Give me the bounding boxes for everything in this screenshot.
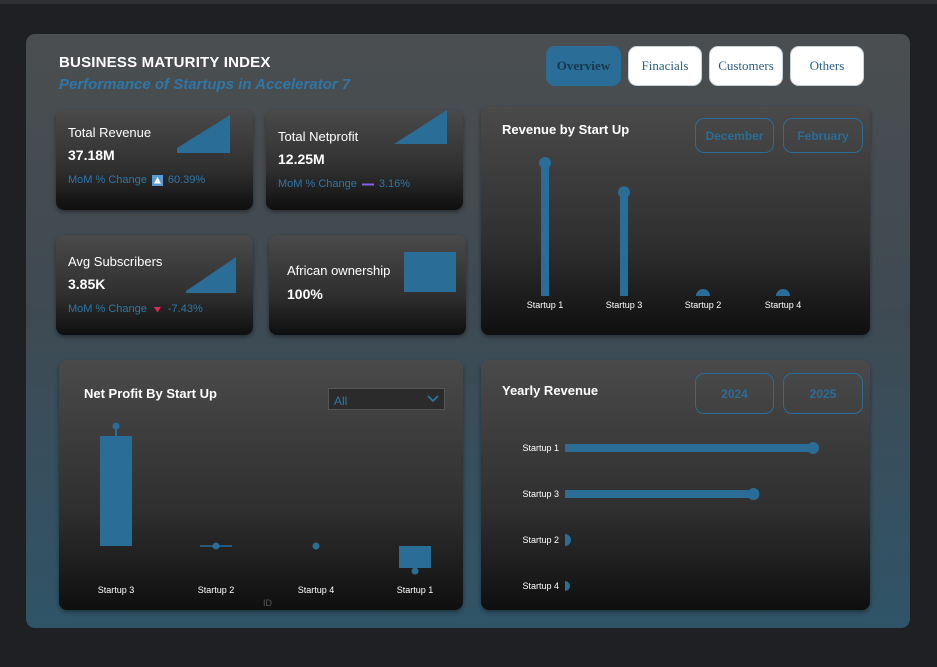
yearly-revenue-chart: Startup 1 Startup 3 Startup 2 Startup 4: [522, 442, 819, 591]
kpi-change-label: MoM % Change: [68, 303, 147, 315]
kpi-card-total-revenue: Total Revenue 37.18M MoM % Change 60.39%: [56, 110, 253, 210]
kpi-value: 3.85K: [68, 276, 106, 292]
kpi-change-value: -7.43%: [167, 303, 203, 315]
nav-customers-button[interactable]: Customers: [709, 46, 783, 86]
category-label: Startup 2: [198, 585, 235, 595]
netprofit-bar-cap: [411, 567, 419, 575]
yearly-revenue-card: Yearly Revenue 2024 2025 Startup 1 Startu…: [481, 360, 870, 610]
category-label: Startup 4: [298, 585, 335, 595]
trend-up-icon: [151, 174, 163, 186]
category-label: Startup 3: [98, 585, 135, 595]
category-label: Startup 1: [522, 443, 559, 453]
kpi-label: Avg Subscribers: [68, 254, 163, 269]
kpi-label: African ownership: [287, 263, 391, 278]
category-label: Startup 2: [522, 535, 559, 545]
category-label: Startup 4: [522, 581, 559, 591]
sparkline-icon: [186, 257, 236, 293]
kpi-change: MoM % Change 3.16%: [278, 178, 410, 190]
nav-financials-button[interactable]: Finacials: [628, 46, 702, 86]
page-title: BUSINESS MATURITY INDEX: [59, 54, 271, 71]
category-label: Startup 4: [765, 300, 802, 310]
revenue-bar-cap: [618, 186, 630, 199]
netprofit-bar-cap: [312, 542, 320, 550]
net-profit-chart: Startup 3 Startup 2 Startup 4 Startup 1: [98, 422, 434, 595]
revenue-bar-cap: [539, 157, 551, 169]
yearly-revenue-bar: [565, 444, 813, 452]
trend-down-icon: [153, 306, 161, 312]
nav-overview-button[interactable]: Overview: [546, 46, 621, 86]
revenue-bar: [541, 163, 549, 296]
net-profit-by-startup-card: Net Profit By Start Up All Startup 3 Star…: [59, 360, 463, 610]
netprofit-bar-cap: [212, 542, 220, 550]
kpi-change-label: MoM % Change: [68, 174, 147, 186]
category-label: Startup 2: [685, 300, 722, 310]
kpi-card-african-ownership: African ownership 100%: [269, 235, 466, 335]
kpi-value: 100%: [287, 286, 323, 302]
dashboard-canvas: BUSINESS MATURITY INDEX Performance of S…: [26, 34, 910, 628]
axis-hint-label: ID: [263, 598, 272, 608]
kpi-change-value: 60.39%: [167, 174, 206, 186]
yearly-revenue-bar-cap: [807, 442, 819, 454]
revenue-bar: [620, 192, 628, 296]
yearly-revenue-bar: [565, 534, 571, 546]
kpi-change-value: 3.16%: [378, 178, 411, 190]
page-subtitle: Performance of Startups in Accelerator 7: [59, 76, 351, 93]
category-label: Startup 3: [606, 300, 643, 310]
kpi-change: MoM % Change 60.39%: [68, 174, 205, 186]
sparkline-icon: [404, 252, 456, 292]
category-label: Startup 1: [397, 585, 434, 595]
yearly-revenue-bar: [565, 581, 570, 591]
netprofit-bar-cap: [112, 422, 120, 430]
revenue-bar: [776, 289, 790, 296]
kpi-label: Total Netprofit: [278, 129, 359, 144]
yearly-revenue-bar-cap: [747, 488, 760, 500]
nav-others-button[interactable]: Others: [790, 46, 864, 86]
kpi-card-avg-subscribers: Avg Subscribers 3.85K MoM % Change -7.43…: [56, 235, 253, 335]
kpi-label: Total Revenue: [68, 125, 152, 140]
category-label: Startup 3: [522, 489, 559, 499]
category-label: Startup 1: [527, 300, 564, 310]
sparkline-icon: [394, 110, 447, 144]
kpi-change-label: MoM % Change: [278, 178, 357, 190]
kpi-value: 12.25M: [278, 151, 325, 167]
kpi-value: 37.18M: [68, 147, 115, 163]
netprofit-bar: [399, 546, 431, 568]
revenue-by-startup-chart: Startup 1 Startup 3 Startup 2 Startup 4: [527, 157, 802, 310]
kpi-change: MoM % Change -7.43%: [68, 303, 203, 315]
netprofit-bar: [100, 436, 132, 546]
revenue-by-startup-card: Revenue by Start Up December February St…: [481, 106, 870, 335]
kpi-card-total-netprofit: Total Netprofit 12.25M MoM % Change 3.16…: [266, 110, 463, 210]
window-top-bar: [0, 0, 937, 4]
yearly-revenue-bar: [565, 490, 754, 498]
sparkline-icon: [177, 115, 230, 153]
trend-flat-icon: [361, 183, 374, 185]
revenue-bar: [696, 289, 710, 296]
